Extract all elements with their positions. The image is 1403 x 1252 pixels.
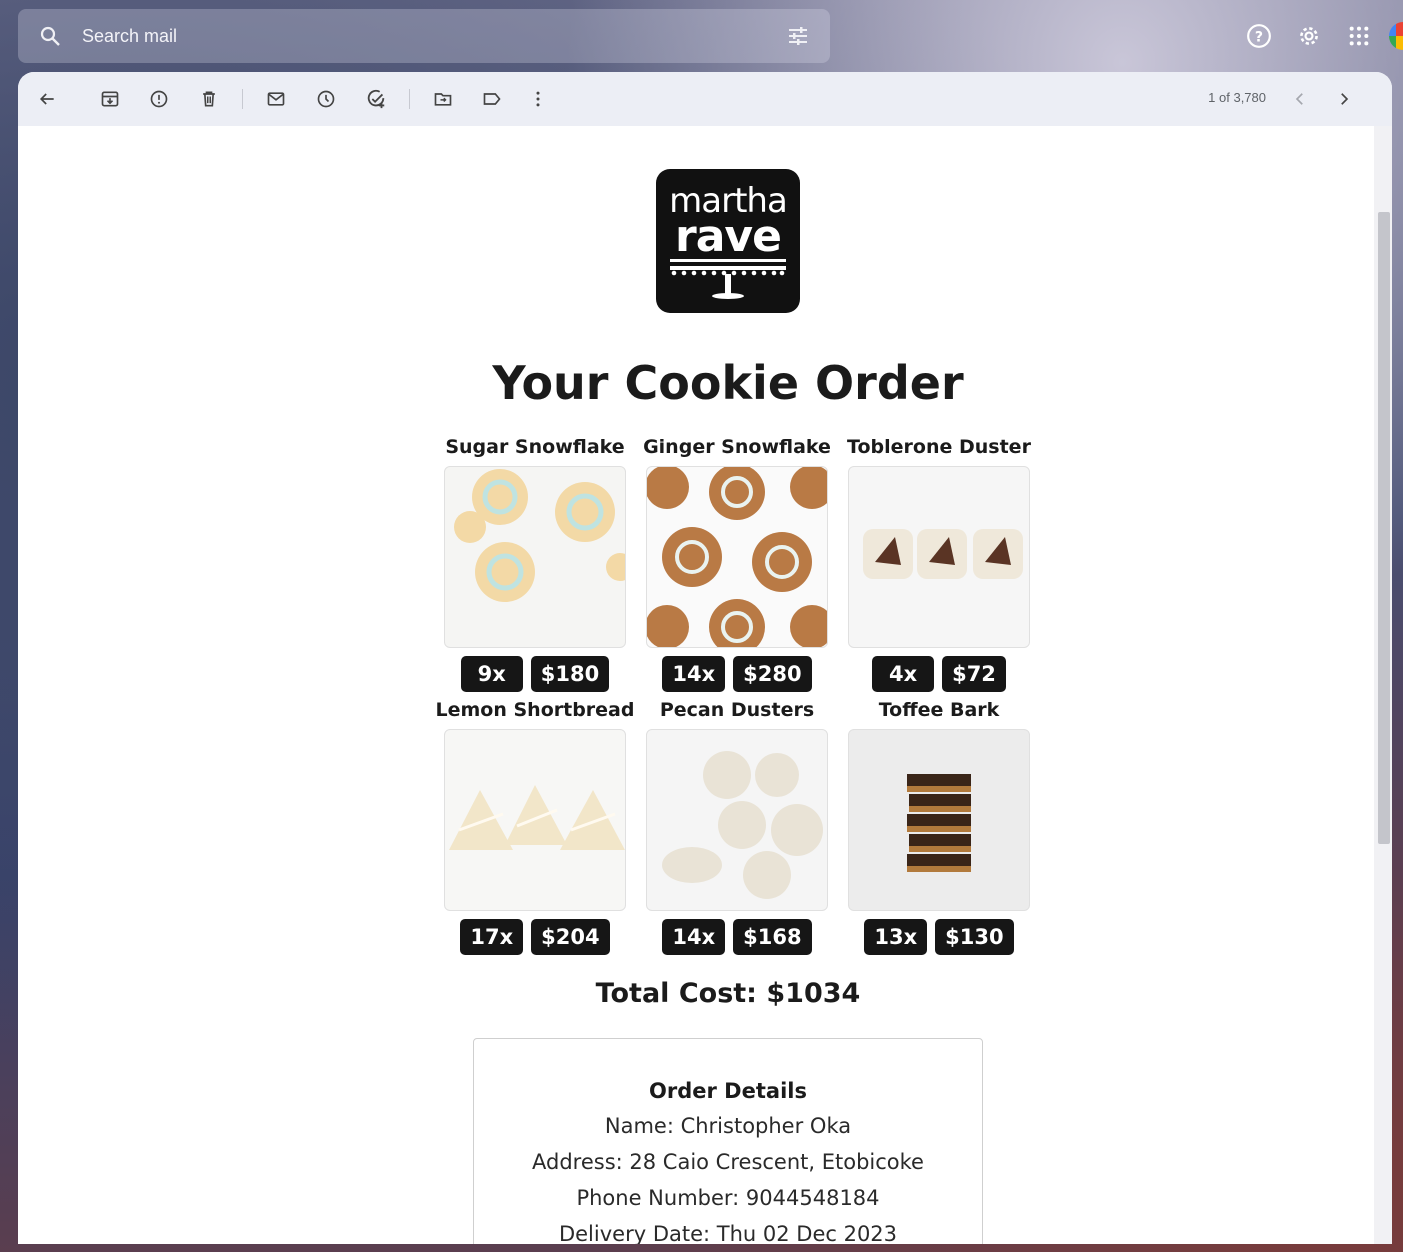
toolbar-divider [409, 89, 410, 109]
order-badges: 4x $72 [839, 656, 1039, 692]
mail-panel: 1 of 3,780 martha rave Your Cookie Order… [18, 72, 1392, 1244]
price-badge: $280 [733, 656, 812, 692]
search-bar[interactable]: Search mail [18, 9, 830, 63]
cookie-name: Ginger Snowflake [643, 436, 831, 458]
cookie-name: Pecan Dusters [659, 699, 815, 721]
svg-text:?: ? [1255, 29, 1263, 45]
add-task-icon[interactable] [358, 81, 394, 117]
cookie-card-lemon-shortbread: Lemon Shortbread 17x $204 [435, 697, 635, 955]
cookie-image [444, 729, 626, 911]
archive-icon[interactable] [92, 81, 128, 117]
quantity-badge: 4x [872, 656, 935, 692]
scrollbar-thumb[interactable] [1378, 212, 1390, 844]
header-actions: ? [1223, 22, 1403, 50]
apps-grid-icon[interactable] [1345, 22, 1373, 50]
cookie-card-sugar-snowflake: Sugar Snowflake 9x $180 [435, 434, 635, 692]
toolbar-divider [242, 89, 243, 109]
trash-icon[interactable] [191, 81, 227, 117]
cookie-card-toffee-bark: Toffee Bark 13x $130 [839, 697, 1039, 955]
cookie-image [646, 729, 828, 911]
quantity-badge: 9x [460, 656, 523, 692]
price-badge: $130 [935, 919, 1014, 955]
quantity-badge: 14x [662, 919, 726, 955]
chevron-left-icon[interactable] [1282, 81, 1318, 117]
tune-icon[interactable] [786, 24, 810, 48]
cookie-image [848, 466, 1030, 648]
label-icon[interactable] [474, 81, 510, 117]
order-badges: 14x $280 [637, 656, 837, 692]
snooze-icon[interactable] [308, 81, 344, 117]
cookie-card-ginger-snowflake: Ginger Snowflake 14x $280 [637, 434, 837, 692]
move-to-icon[interactable] [425, 81, 461, 117]
search-input[interactable]: Search mail [82, 26, 786, 47]
order-badges: 9x $180 [435, 656, 635, 692]
customer-address: Address: 28 Caio Crescent, Etobicoke [532, 1150, 924, 1174]
logo-line-2: rave [675, 211, 782, 262]
cookie-name: Toffee Bark [878, 699, 1000, 721]
email-body: martha rave Your Cookie Order Sugar Snow… [18, 126, 1374, 1244]
cookie-card-pecan-dusters: Pecan Dusters 14x $168 [637, 697, 837, 955]
help-icon[interactable]: ? [1245, 22, 1273, 50]
pagination-count: 1 of 3,780 [1208, 90, 1266, 105]
cookie-name: Toblerone Duster [847, 436, 1031, 458]
quantity-badge: 17x [460, 919, 524, 955]
cookie-card-toblerone-duster: Toblerone Duster 4x $72 [839, 434, 1039, 692]
delivery-date: Delivery Date: Thu 02 Dec 2023 [558, 1222, 898, 1244]
message-toolbar: 1 of 3,780 [18, 72, 1392, 126]
price-badge: $204 [531, 919, 610, 955]
order-badges: 13x $130 [839, 919, 1039, 955]
cookie-image [848, 729, 1030, 911]
quantity-badge: 13x [864, 919, 928, 955]
total-cost: Total Cost: $1034 [595, 978, 861, 1009]
cookie-name: Lemon Shortbread [435, 699, 635, 721]
more-vert-icon[interactable] [520, 81, 556, 117]
account-avatar[interactable] [1389, 22, 1403, 50]
email-title: Your Cookie Order [492, 356, 964, 410]
order-badges: 14x $168 [637, 919, 837, 955]
customer-name: Name: Christopher Oka [604, 1114, 852, 1138]
report-spam-icon[interactable] [141, 81, 177, 117]
mark-unread-icon[interactable] [258, 81, 294, 117]
brand-logo: martha rave [656, 169, 800, 313]
price-badge: $168 [733, 919, 812, 955]
price-badge: $72 [942, 656, 1006, 692]
order-details-box: Order Details Name: Christopher Oka Addr… [473, 1038, 983, 1244]
arrow-back-icon[interactable] [29, 81, 65, 117]
cake-stand-icon [670, 259, 786, 299]
cookie-image [646, 466, 828, 648]
cookie-name: Sugar Snowflake [445, 436, 625, 458]
chevron-right-icon[interactable] [1326, 81, 1362, 117]
order-details-heading: Order Details [649, 1079, 807, 1103]
search-icon[interactable] [38, 24, 62, 48]
gear-icon[interactable] [1295, 22, 1323, 50]
order-badges: 17x $204 [435, 919, 635, 955]
price-badge: $180 [530, 656, 610, 692]
customer-phone: Phone Number: 9044548184 [576, 1186, 880, 1210]
quantity-badge: 14x [662, 656, 726, 692]
cookie-image [444, 466, 626, 648]
